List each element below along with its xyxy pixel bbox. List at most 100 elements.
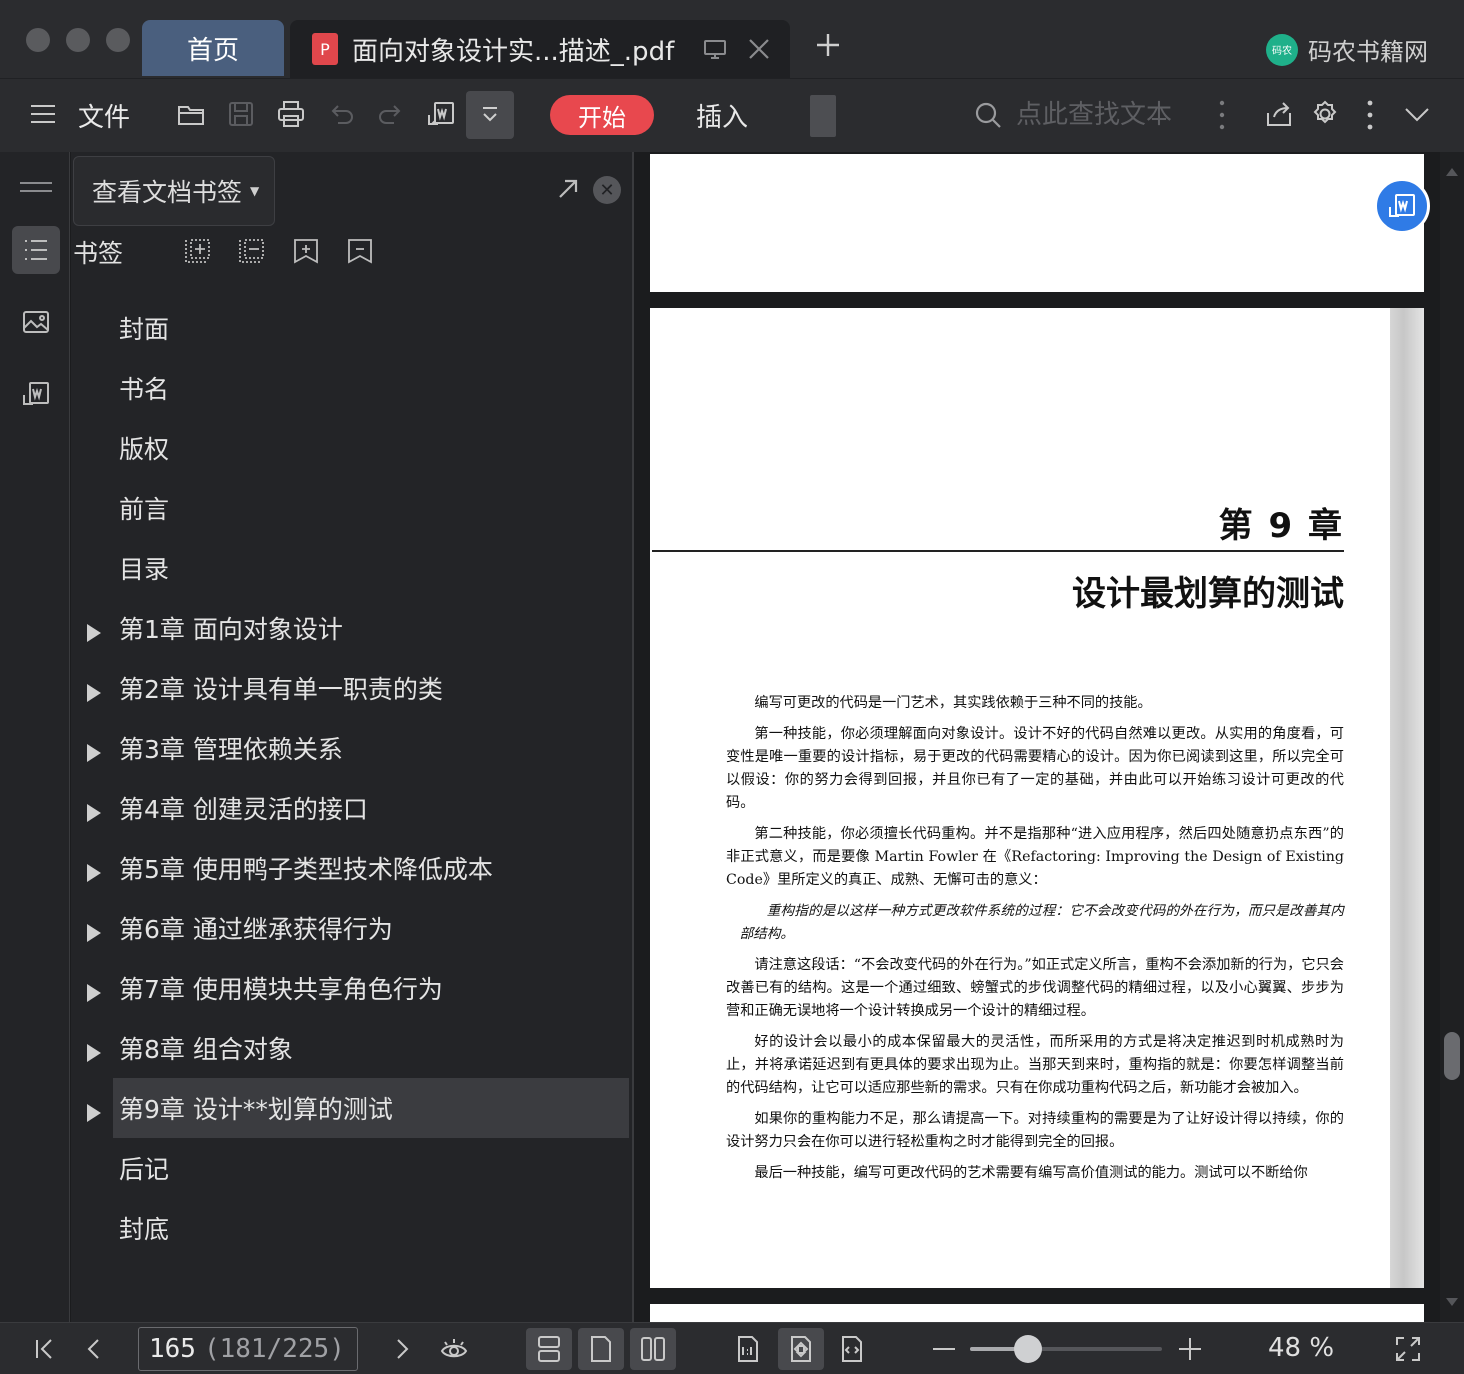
bookmark-item[interactable]: 第4章 创建灵活的接口 <box>71 778 633 838</box>
scroll-down-arrow-icon[interactable] <box>1446 1298 1458 1306</box>
bookmark-item[interactable]: 书名 <box>71 358 633 418</box>
previous-page-icon[interactable] <box>76 1331 112 1367</box>
floating-convert-button[interactable] <box>1374 178 1430 234</box>
pdf-page-previous <box>650 154 1424 292</box>
more-vertical-icon[interactable] <box>1218 99 1226 131</box>
bookmark-item[interactable]: 封底 <box>71 1198 633 1258</box>
expand-triangle-icon[interactable] <box>87 919 101 942</box>
page-body-text: 编写可更改的代码是一门艺术，其实践依赖于三种不同的技能。 第一种技能，你必须理解… <box>726 692 1344 1193</box>
search-input[interactable] <box>1016 97 1206 133</box>
expand-triangle-icon[interactable] <box>87 1039 101 1062</box>
actual-size-icon[interactable] <box>730 1331 766 1367</box>
bookmark-item[interactable]: 目录 <box>71 538 633 598</box>
bookmark-item[interactable]: 第1章 面向对象设计 <box>71 598 633 658</box>
two-page-icon[interactable] <box>630 1328 676 1370</box>
remove-bookmark-icon[interactable] <box>237 236 267 266</box>
settings-gear-icon[interactable] <box>1308 97 1342 131</box>
zoom-slider-handle[interactable] <box>1013 1335 1042 1363</box>
thumbnail-panel-button[interactable] <box>12 298 60 346</box>
brand[interactable]: 码农 码农书籍网 <box>1266 32 1428 67</box>
fit-page-icon[interactable] <box>778 1328 824 1370</box>
expand-triangle-icon[interactable] <box>87 679 101 702</box>
vertical-scrollbar[interactable] <box>1440 152 1464 1322</box>
zoom-out-icon[interactable] <box>926 1331 962 1367</box>
tab-insert[interactable]: 插入 <box>696 97 748 134</box>
first-page-icon[interactable] <box>26 1331 62 1367</box>
window-close-button[interactable] <box>26 28 50 52</box>
close-panel-icon[interactable]: ✕ <box>593 176 621 204</box>
page-number-input[interactable]: 165 (181/225) <box>138 1327 358 1371</box>
bookmark-item[interactable]: 后记 <box>71 1138 633 1198</box>
fullscreen-icon[interactable] <box>1390 1331 1426 1367</box>
window-maximize-button[interactable] <box>106 28 130 52</box>
pdf-page-current: 第 9 章 设计最划算的测试 编写可更改的代码是一门艺术，其实践依赖于三种不同的… <box>650 308 1424 1288</box>
bookmark-panel-button[interactable] <box>12 226 60 274</box>
add-sub-bookmark-icon[interactable] <box>183 236 213 266</box>
scrollbar-thumb[interactable] <box>1444 1032 1460 1080</box>
convert-panel-button[interactable] <box>12 370 60 418</box>
expand-triangle-icon[interactable] <box>87 619 101 642</box>
window-minimize-button[interactable] <box>66 28 90 52</box>
chapter-rule <box>652 550 1344 552</box>
status-bar: 165 (181/225) 48 % <box>0 1322 1464 1374</box>
paragraph: 请注意这段话：“不会改变代码的外在行为。”如正式定义所言，重构不会添加新的行为，… <box>726 957 1344 1019</box>
close-tab-icon[interactable] <box>746 36 772 62</box>
bookmark-item[interactable]: 第2章 设计具有单一职责的类 <box>71 658 633 718</box>
bookmark-heading: 书签 <box>73 239 124 268</box>
delete-bookmark-icon[interactable] <box>345 236 375 266</box>
monitor-icon[interactable] <box>702 36 728 62</box>
fit-width-icon[interactable] <box>834 1331 870 1367</box>
print-icon[interactable] <box>274 97 308 131</box>
brand-name: 码农书籍网 <box>1308 38 1428 66</box>
quote-paragraph: 重构指的是以这样一种方式更改软件系统的过程：它不会改变代码的外在行为，而只是改善… <box>739 903 1344 942</box>
tab-home[interactable]: 首页 <box>142 20 284 76</box>
file-menu[interactable]: 文件 <box>78 97 130 134</box>
detach-panel-icon[interactable] <box>555 176 581 202</box>
tab-document-title: 面向对象设计实...描述_.pdf <box>352 36 675 67</box>
more-vertical-icon-2[interactable] <box>1366 99 1374 131</box>
bookmark-item[interactable]: 封面 <box>71 298 633 358</box>
zoom-in-icon[interactable] <box>1172 1331 1208 1367</box>
redo-icon[interactable] <box>374 97 408 131</box>
tab-document[interactable]: P 面向对象设计实...描述_.pdf <box>290 20 790 78</box>
bookmark-item[interactable]: 第8章 组合对象 <box>71 1018 633 1078</box>
menu-icon[interactable] <box>26 97 60 131</box>
share-icon[interactable] <box>1262 97 1296 131</box>
bookmark-item[interactable]: 第6章 通过继承获得行为 <box>71 898 633 958</box>
add-bookmark-icon[interactable] <box>291 236 321 266</box>
bookmark-item[interactable]: 前言 <box>71 478 633 538</box>
document-view[interactable]: 第 9 章 设计最划算的测试 编写可更改的代码是一门艺术，其实践依赖于三种不同的… <box>634 152 1440 1322</box>
tab-start[interactable]: 开始 <box>550 95 654 135</box>
open-folder-icon[interactable] <box>174 97 208 131</box>
continuous-scroll-icon[interactable] <box>526 1328 572 1370</box>
expand-triangle-icon[interactable] <box>87 859 101 882</box>
expand-triangle-icon[interactable] <box>87 1099 101 1122</box>
expand-triangle-icon[interactable] <box>87 739 101 762</box>
pdf-to-word-icon[interactable] <box>424 97 458 131</box>
bookmark-label: 版权 <box>119 435 170 464</box>
next-page-icon[interactable] <box>384 1331 420 1367</box>
search-icon[interactable] <box>972 99 1004 131</box>
scroll-up-arrow-icon[interactable] <box>1446 168 1458 176</box>
bookmark-label: 封底 <box>119 1215 170 1244</box>
bookmark-item[interactable]: 第5章 使用鸭子类型技术降低成本 <box>71 838 633 898</box>
list-icon <box>25 240 47 260</box>
save-icon[interactable] <box>224 97 258 131</box>
title-bar: 首页 P 面向对象设计实...描述_.pdf 码农 码农书籍网 <box>0 0 1464 78</box>
zoom-level[interactable]: 48 % <box>1268 1333 1334 1363</box>
more-tools-button[interactable] <box>466 91 514 139</box>
undo-icon[interactable] <box>324 97 358 131</box>
collapse-handle-icon[interactable] <box>20 178 52 192</box>
panel-view-dropdown[interactable]: 查看文档书签 ▼ <box>73 156 275 226</box>
expand-triangle-icon[interactable] <box>87 799 101 822</box>
bookmark-item[interactable]: 第3章 管理依赖关系 <box>71 718 633 778</box>
new-tab-button[interactable] <box>812 30 844 62</box>
bookmark-item[interactable]: 第7章 使用模块共享角色行为 <box>71 958 633 1018</box>
expand-triangle-icon[interactable] <box>87 979 101 1002</box>
chevron-down-icon[interactable] <box>1400 97 1434 131</box>
single-page-icon[interactable] <box>578 1328 624 1370</box>
bookmark-item-selected[interactable]: 第9章 设计**划算的测试 <box>87 1078 629 1138</box>
ribbon-scroll-handle[interactable] <box>810 95 836 137</box>
bookmark-item[interactable]: 版权 <box>71 418 633 478</box>
eye-protection-icon[interactable] <box>436 1331 472 1367</box>
